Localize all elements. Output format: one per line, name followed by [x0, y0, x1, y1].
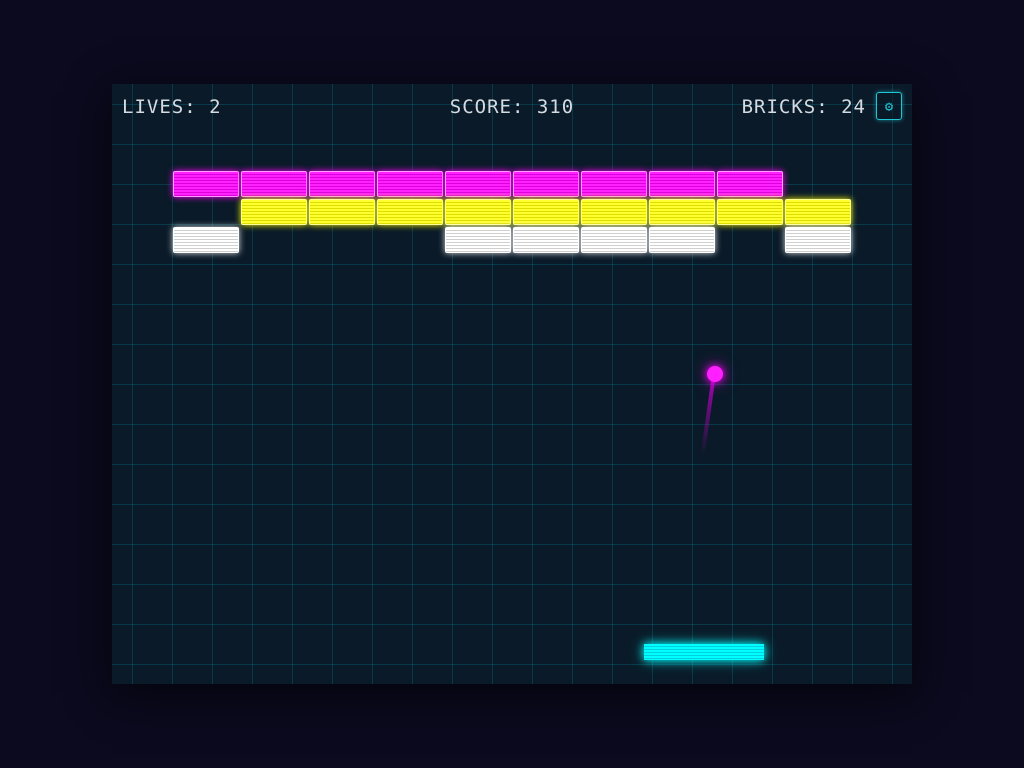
- brick-yellow: [309, 199, 375, 225]
- brick-yellow: [717, 199, 783, 225]
- brick-magenta: [309, 171, 375, 197]
- brick-magenta: [513, 171, 579, 197]
- ball-trail: [700, 373, 716, 456]
- ball: [707, 366, 723, 382]
- brick-yellow: [581, 199, 647, 225]
- brick-yellow: [445, 199, 511, 225]
- brick-magenta: [717, 171, 783, 197]
- brick-yellow: [377, 199, 443, 225]
- brick-magenta: [649, 171, 715, 197]
- brick-yellow: [513, 199, 579, 225]
- brick-magenta: [241, 171, 307, 197]
- brick-magenta: [173, 171, 239, 197]
- brick-white: [513, 227, 579, 253]
- brick-yellow: [649, 199, 715, 225]
- brick-white: [173, 227, 239, 253]
- brick-white: [785, 227, 851, 253]
- brick-white: [445, 227, 511, 253]
- brick-magenta: [581, 171, 647, 197]
- paddle[interactable]: [644, 644, 764, 660]
- game-playfield[interactable]: LIVES: 2 SCORE: 310 BRICKS: 24 ⚙: [112, 84, 912, 684]
- brick-white: [649, 227, 715, 253]
- bricks-counter: BRICKS: 24: [741, 96, 866, 118]
- gear-icon: ⚙: [884, 99, 894, 115]
- brick-magenta: [445, 171, 511, 197]
- brick-magenta: [377, 171, 443, 197]
- brick-yellow: [241, 199, 307, 225]
- brick-white: [581, 227, 647, 253]
- settings-button[interactable]: ⚙: [876, 92, 902, 120]
- brick-yellow: [785, 199, 851, 225]
